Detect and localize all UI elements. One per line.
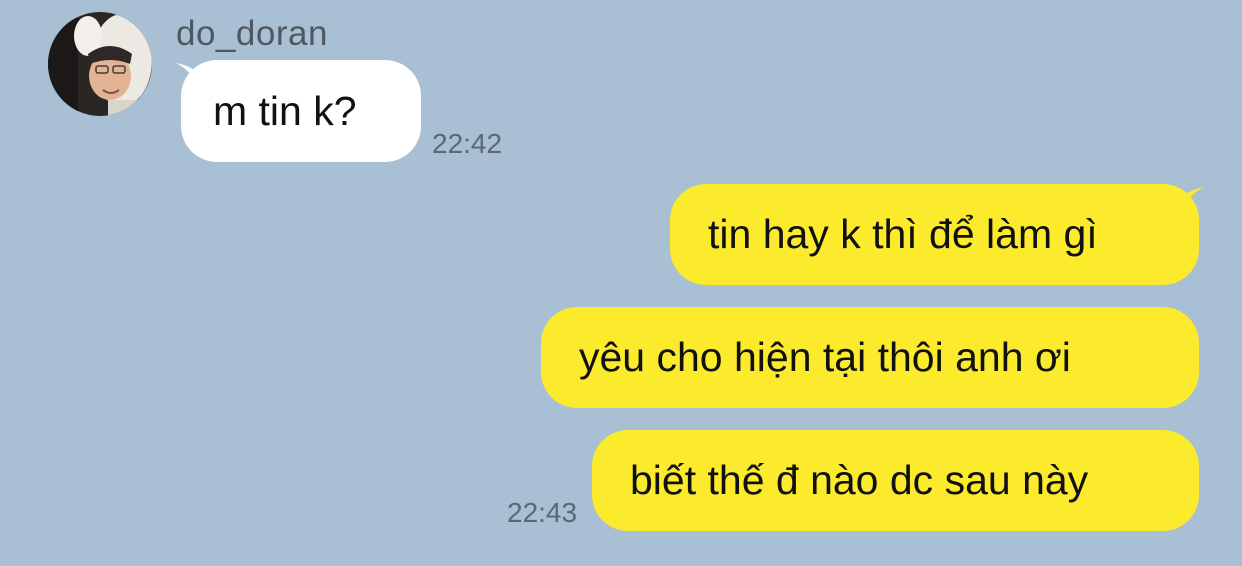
message-text: tin hay k thì để làm gì <box>708 211 1098 257</box>
profile-photo-icon <box>48 12 152 116</box>
message-timestamp: 22:42 <box>432 128 503 159</box>
message-bubble-incoming[interactable]: m tin k? <box>181 60 421 162</box>
message-bubble-outgoing[interactable]: biết thế đ nào dc sau này <box>592 430 1199 531</box>
message-text: yêu cho hiện tại thôi anh ơi <box>579 334 1071 380</box>
message-text: m tin k? <box>213 87 357 134</box>
message-timestamp: 22:43 <box>507 497 578 528</box>
message-bubble-outgoing[interactable]: yêu cho hiện tại thôi anh ơi <box>541 307 1199 408</box>
message-text: biết thế đ nào dc sau này <box>630 457 1089 503</box>
chat-area: do_doran m tin k? 22:42 tin hay k thì để… <box>0 0 1242 566</box>
message-bubble-outgoing[interactable]: tin hay k thì để làm gì <box>670 184 1199 285</box>
contact-avatar[interactable] <box>48 12 152 116</box>
contact-name: do_doran <box>176 14 328 53</box>
